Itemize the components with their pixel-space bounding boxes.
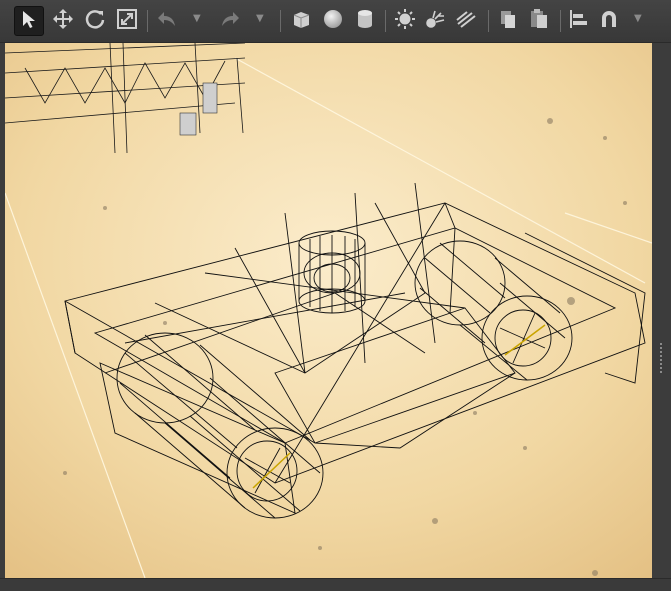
- undo-button[interactable]: [152, 6, 182, 36]
- move-icon: [52, 8, 74, 34]
- add-box-button[interactable]: [286, 6, 316, 36]
- add-cylinder-button[interactable]: [350, 6, 380, 36]
- select-arrow-icon: [19, 9, 39, 33]
- select-tool-button[interactable]: [14, 6, 44, 36]
- add-point-light-button[interactable]: [420, 6, 450, 36]
- snap-dropdown-icon[interactable]: ▼: [634, 13, 642, 24]
- cylinder-icon: [354, 8, 376, 34]
- panel-resize-grip[interactable]: [660, 343, 662, 373]
- sun-light-icon: [394, 8, 416, 34]
- align-button[interactable]: [563, 6, 593, 36]
- add-sun-light-button[interactable]: [390, 6, 420, 36]
- rotate-icon: [84, 8, 106, 34]
- wireframe-scene: [5, 43, 652, 578]
- point-light-icon: [424, 8, 446, 34]
- sphere-icon: [322, 8, 344, 34]
- cube-icon: [290, 8, 312, 34]
- align-icon: [567, 8, 589, 34]
- paste-icon: [528, 8, 550, 34]
- redo-dropdown-icon[interactable]: ▼: [256, 13, 264, 24]
- toolbar-separator: [560, 10, 561, 32]
- toolbar-separator: [280, 10, 281, 32]
- copy-icon: [497, 8, 519, 34]
- add-sphere-button[interactable]: [318, 6, 348, 36]
- undo-dropdown-icon[interactable]: ▼: [193, 13, 201, 24]
- scale-tool-button[interactable]: [112, 6, 142, 36]
- copy-button[interactable]: [493, 6, 523, 36]
- toolbar-separator: [147, 10, 148, 32]
- rotate-tool-button[interactable]: [80, 6, 110, 36]
- undo-icon: [156, 8, 178, 34]
- toolbar: ▼ ▼ ▼: [0, 0, 671, 43]
- redo-icon: [219, 8, 241, 34]
- scale-icon: [116, 8, 138, 34]
- toolbar-separator: [488, 10, 489, 32]
- paste-button[interactable]: [524, 6, 554, 36]
- bottom-panel-edge[interactable]: [0, 578, 671, 591]
- sand-ground: [5, 43, 652, 578]
- 3d-viewport[interactable]: [5, 43, 652, 578]
- magnet-icon: [598, 8, 620, 34]
- spot-light-icon: [455, 8, 477, 34]
- redo-button[interactable]: [215, 6, 245, 36]
- add-spot-light-button[interactable]: [451, 6, 481, 36]
- move-tool-button[interactable]: [48, 6, 78, 36]
- right-panel-edge[interactable]: [652, 43, 671, 578]
- toolbar-separator: [385, 10, 386, 32]
- snap-button[interactable]: [594, 6, 624, 36]
